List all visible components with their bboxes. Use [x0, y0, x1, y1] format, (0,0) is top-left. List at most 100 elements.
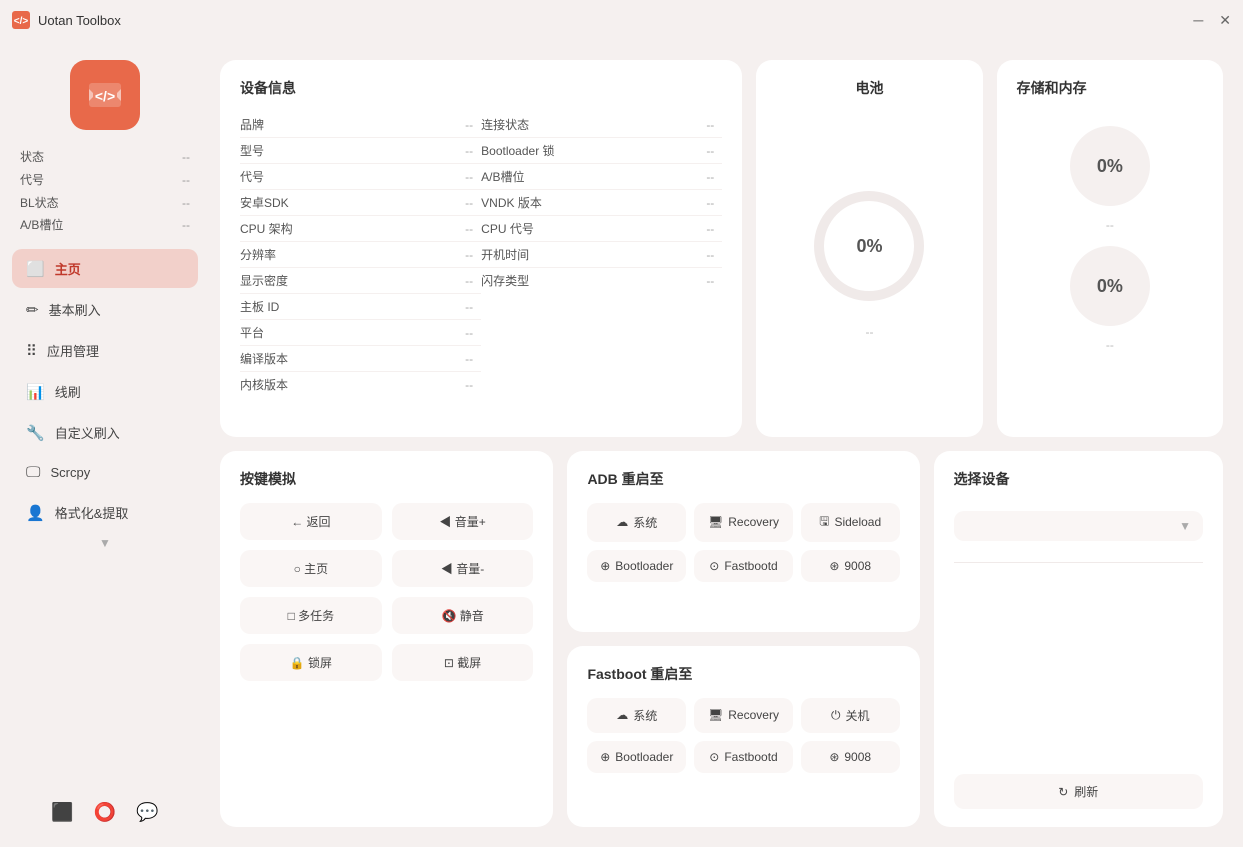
device-label-slot: A/B槽位 — [481, 168, 524, 185]
device-dropdown-area: ▼ — [954, 503, 1203, 563]
device-val-codename: -- — [465, 170, 473, 184]
choose-spacer — [954, 573, 1203, 775]
battery-percent: 0% — [856, 236, 882, 257]
adb-btn-9008[interactable]: ⊛ 9008 — [801, 550, 900, 582]
device-label-model: 型号 — [240, 142, 264, 159]
expand-icon[interactable]: ▼ — [99, 536, 111, 550]
fastboot-btn-bootloader-label: Bootloader — [615, 750, 673, 764]
sidebar-label-home: 主页 — [55, 259, 81, 278]
fastboot-restart-card: Fastboot 重启至 ☁ 系统 🖥 Recovery ⏻ 关机 — [567, 646, 919, 827]
sidebar-bottom: ⬛ ⭕ 💬 — [0, 792, 210, 837]
device-label-codename: 代号 — [240, 168, 264, 185]
battery-content: 0% -- — [814, 112, 924, 419]
sidebar-item-home[interactable]: ⬜ 主页 — [12, 249, 198, 288]
status-val-codename: -- — [182, 169, 190, 192]
storage-ring1-percent: 0% — [1097, 156, 1123, 177]
device-label-resolution: 分辨率 — [240, 246, 276, 263]
fb-bootloader-icon: ⊕ — [600, 750, 610, 764]
device-info-title: 设备信息 — [240, 78, 722, 98]
device-label-platform: 平台 — [240, 324, 264, 341]
adb-btn-recovery[interactable]: 🖥 Recovery — [694, 503, 793, 542]
key-btn-multitask[interactable]: □ 多任务 — [240, 597, 382, 634]
key-btn-mute[interactable]: 🔇 静音 — [392, 597, 534, 634]
refresh-button[interactable]: ↻ 刷新 — [954, 774, 1203, 809]
sidebar-item-scrcpy[interactable]: 🖵 Scrcpy — [12, 454, 198, 491]
device-row-bl-lock: Bootloader 锁 -- — [481, 138, 722, 164]
svg-text:</>: </> — [14, 16, 29, 27]
sidebar-item-flash[interactable]: ✏ 基本刷入 — [12, 290, 198, 329]
sidebar-label-wire: 线刷 — [55, 382, 81, 401]
minimize-button[interactable]: ─ — [1193, 12, 1203, 29]
github-icon[interactable]: ⭕ — [94, 802, 116, 823]
bottom-row: 按键模拟 ← 返回 ◀ 音量+ ○ 主页 ◀ 音量- □ 多任务 🔇 静音 🔒 … — [220, 451, 1223, 828]
storage-ring1-group: 0% -- — [1017, 126, 1203, 232]
device-dropdown[interactable]: ▼ — [954, 511, 1203, 541]
status-row-state: 状态 -- — [20, 146, 190, 169]
storage-ring2-sub: -- — [1106, 338, 1114, 352]
app-icon: </> — [12, 11, 30, 29]
sidebar-item-format[interactable]: 👤 格式化&提取 — [12, 493, 198, 532]
app-body: </> 状态 -- 代号 -- BL状态 -- A/B槽位 -- — [0, 40, 1243, 847]
adb-btn-recovery-label: Recovery — [728, 515, 779, 529]
sidebar-item-wire[interactable]: 📊 线刷 — [12, 372, 198, 411]
status-row-slot: A/B槽位 -- — [20, 214, 190, 237]
adb-restart-card: ADB 重启至 ☁ 系统 🖥 Recovery 🖫 Sideload — [567, 451, 919, 632]
device-info-card: 设备信息 品牌 -- 型号 -- 代号 — [220, 60, 742, 437]
device-label-board: 主板 ID — [240, 298, 279, 315]
fastboot-btn-9008[interactable]: ⊛ 9008 — [801, 741, 900, 773]
key-sim-title: 按键模拟 — [240, 469, 533, 489]
fastboot-btn-recovery-label: Recovery — [728, 708, 779, 722]
fastboot-btn-fastbootd[interactable]: ⊙ Fastbootd — [694, 741, 793, 773]
device-row-flash-type: 闪存类型 -- — [481, 268, 722, 293]
device-val-bl-lock: -- — [706, 144, 714, 158]
terminal-icon[interactable]: ⬛ — [51, 802, 73, 823]
sidebar-item-apps[interactable]: ⠿ 应用管理 — [12, 331, 198, 370]
key-btn-screenshot[interactable]: ⊡ 截屏 — [392, 644, 534, 681]
device-val-cpu-code: -- — [706, 222, 714, 236]
key-btn-home[interactable]: ○ 主页 — [240, 550, 382, 587]
battery-sub: -- — [865, 325, 873, 339]
device-row-density: 显示密度 -- — [240, 268, 481, 294]
fb-fastbootd-icon: ⊙ — [709, 750, 719, 764]
adb-btn-system[interactable]: ☁ 系统 — [587, 503, 686, 542]
key-btn-vol-up[interactable]: ◀ 音量+ — [392, 503, 534, 540]
chevron-down-icon: ▼ — [1179, 519, 1191, 533]
device-val-conn: -- — [706, 118, 714, 132]
key-btn-lock[interactable]: 🔒 锁屏 — [240, 644, 382, 681]
storage-card: 存储和内存 0% -- 0% -- — [997, 60, 1223, 437]
adb-restart-btns: ☁ 系统 🖥 Recovery 🖫 Sideload ⊕ — [587, 503, 899, 582]
fastboot-btn-system[interactable]: ☁ 系统 — [587, 698, 686, 733]
status-val-state: -- — [182, 146, 190, 169]
sidebar-status: 状态 -- 代号 -- BL状态 -- A/B槽位 -- — [0, 146, 210, 237]
key-btn-back[interactable]: ← 返回 — [240, 503, 382, 540]
fastboot-btn-shutdown[interactable]: ⏻ 关机 — [801, 698, 900, 733]
status-row-bl: BL状态 -- — [20, 192, 190, 215]
device-label-cpu-arch: CPU 架构 — [240, 220, 293, 237]
chat-icon[interactable]: 💬 — [136, 802, 158, 823]
storage-ring1: 0% — [1070, 126, 1150, 206]
adb-btn-bootloader[interactable]: ⊕ Bootloader — [587, 550, 686, 582]
device-val-model: -- — [465, 144, 473, 158]
svg-text:</>: </> — [95, 88, 115, 104]
device-val-uptime: -- — [706, 248, 714, 262]
storage-ring1-sub: -- — [1106, 218, 1114, 232]
adb-btn-sideload[interactable]: 🖫 Sideload — [801, 503, 900, 542]
status-label-bl: BL状态 — [20, 192, 59, 215]
device-label-cpu-code: CPU 代号 — [481, 220, 534, 237]
fastboot-btn-recovery[interactable]: 🖥 Recovery — [694, 698, 793, 733]
key-btn-vol-down[interactable]: ◀ 音量- — [392, 550, 534, 587]
sidebar: </> 状态 -- 代号 -- BL状态 -- A/B槽位 -- — [0, 40, 210, 847]
device-val-density: -- — [465, 274, 473, 288]
adb-btn-fastbootd[interactable]: ⊙ Fastbootd — [694, 550, 793, 582]
adb-restart-title: ADB 重启至 — [587, 469, 899, 489]
sidebar-item-custom[interactable]: 🔧 自定义刷入 — [12, 413, 198, 452]
fastboot-btn-bootloader[interactable]: ⊕ Bootloader — [587, 741, 686, 773]
system-icon: ☁ — [616, 515, 628, 529]
fb-9008-icon: ⊛ — [829, 750, 839, 764]
device-label-build: 编译版本 — [240, 350, 288, 367]
recovery-icon: 🖥 — [708, 515, 723, 529]
device-val-build: -- — [465, 352, 473, 366]
device-val-kernel: -- — [465, 378, 473, 392]
device-row-resolution: 分辨率 -- — [240, 242, 481, 268]
close-button[interactable]: ✕ — [1219, 12, 1231, 29]
